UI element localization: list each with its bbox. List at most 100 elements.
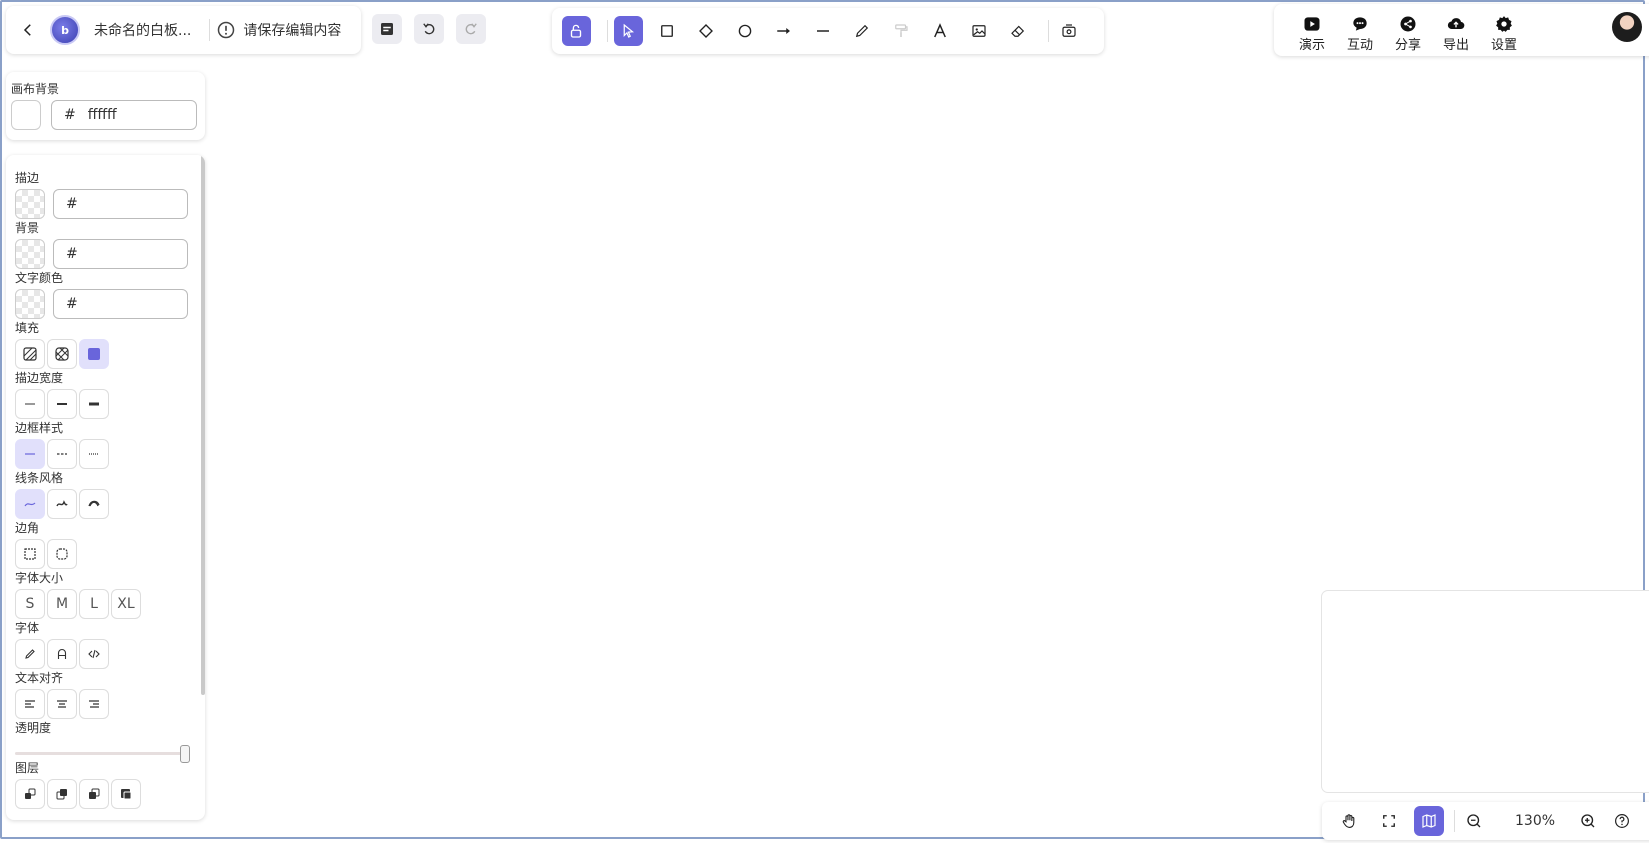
save-icon <box>381 23 393 35</box>
opacity-slider[interactable] <box>15 745 190 765</box>
text-color-hex-field[interactable]: # <box>53 289 188 319</box>
stroke-width-thin[interactable] <box>15 389 45 419</box>
fullscreen-button[interactable] <box>1374 806 1404 836</box>
background-swatch[interactable] <box>15 239 45 269</box>
bring-forward-button[interactable] <box>79 779 109 809</box>
align-center-option[interactable] <box>47 689 77 719</box>
fill-crosshatch-option[interactable] <box>47 339 77 369</box>
opacity-thumb[interactable] <box>180 745 190 763</box>
send-backward-button[interactable] <box>47 779 77 809</box>
cartoonist-curve-icon <box>88 500 100 507</box>
zoom-out-icon <box>1467 814 1481 828</box>
border-dashed-option[interactable] <box>47 439 77 469</box>
stroke-width-extra-bold[interactable] <box>79 389 109 419</box>
line-style-label: 线条风格 <box>15 471 64 485</box>
panel-scrollbar[interactable] <box>201 155 205 695</box>
lock-tool-button[interactable] <box>562 16 591 46</box>
font-size-m[interactable]: M <box>47 589 77 619</box>
thin-line-icon <box>25 403 35 405</box>
fill-solid-option[interactable] <box>79 339 109 369</box>
crosshatch-icon <box>55 347 69 361</box>
text-color-row: # <box>15 289 188 319</box>
present-button[interactable]: 演示 <box>1288 7 1336 53</box>
send-to-back-button[interactable] <box>15 779 45 809</box>
circle-icon <box>738 24 752 38</box>
save-warning: 请保存编辑内容 <box>243 23 342 39</box>
user-avatar[interactable] <box>1612 12 1642 42</box>
font-size-l[interactable]: L <box>79 589 109 619</box>
layer-label: 图层 <box>15 761 40 775</box>
sloppiness-architect-option[interactable] <box>15 489 45 519</box>
text-color-swatch[interactable] <box>15 289 45 319</box>
solid-fill-icon <box>88 348 100 360</box>
font-normal-option[interactable] <box>47 639 77 669</box>
stroke-hex-field[interactable]: # <box>53 189 188 219</box>
app-logo: b <box>50 15 80 45</box>
canvas-bg-swatch[interactable] <box>11 100 41 130</box>
line-tool-button[interactable] <box>809 16 838 46</box>
diamond-tool-button[interactable] <box>692 16 721 46</box>
stroke-width-bold[interactable] <box>47 389 77 419</box>
pencil-tool-button[interactable] <box>847 16 876 46</box>
minimap-toggle-button[interactable] <box>1414 806 1444 836</box>
canvas-bg-hex-input[interactable] <box>85 106 170 124</box>
stroke-width-label: 描边宽度 <box>15 371 64 385</box>
image-tool-button[interactable] <box>964 16 993 46</box>
align-right-option[interactable] <box>79 689 109 719</box>
help-button[interactable] <box>1607 806 1637 836</box>
export-button[interactable]: 导出 <box>1432 7 1480 53</box>
hash-symbol: # <box>66 196 78 212</box>
hash-symbol: # <box>66 296 78 312</box>
canvas-background-panel: 画布背景 # <box>6 72 205 140</box>
undo-button[interactable] <box>414 14 444 44</box>
settings-button[interactable]: 设置 <box>1480 7 1528 53</box>
font-size-xl[interactable]: XL <box>111 589 141 619</box>
export-label: 导出 <box>1442 38 1469 53</box>
fill-hachure-option[interactable] <box>15 339 45 369</box>
border-solid-option[interactable] <box>15 439 45 469</box>
stroke-swatch[interactable] <box>15 189 45 219</box>
zoom-in-button[interactable] <box>1573 806 1603 836</box>
pointer-tool-button[interactable] <box>613 16 643 46</box>
zoom-level[interactable]: 130% <box>1515 813 1555 829</box>
solid-line-icon <box>25 453 35 455</box>
redo-button[interactable] <box>456 14 486 44</box>
border-dotted-option[interactable] <box>79 439 109 469</box>
sloppiness-artist-option[interactable] <box>47 489 77 519</box>
title-bar: b 未命名的白板... 请保存编辑内容 <box>6 6 361 54</box>
bring-to-front-button[interactable] <box>111 779 141 809</box>
format-painter-button[interactable] <box>886 16 915 46</box>
settings-label: 设置 <box>1490 38 1517 53</box>
font-handwritten-option[interactable] <box>15 639 45 669</box>
zoom-out-button[interactable] <box>1459 806 1489 836</box>
back-button[interactable] <box>16 15 40 45</box>
board-title[interactable]: 未命名的白板... <box>94 20 191 40</box>
arrow-tool-button[interactable] <box>770 16 799 46</box>
rectangle-tool-button[interactable] <box>653 16 682 46</box>
interact-button[interactable]: 互动 <box>1336 7 1384 53</box>
arrow-icon <box>777 28 791 34</box>
library-icon <box>1062 24 1077 37</box>
background-hex-field[interactable]: # <box>53 239 188 269</box>
font-label: 字体 <box>15 621 40 635</box>
corner-label: 边角 <box>15 521 40 535</box>
font-code-option[interactable] <box>79 639 109 669</box>
eraser-tool-button[interactable] <box>1003 16 1032 46</box>
minimap[interactable] <box>1322 591 1649 792</box>
corner-round-option[interactable] <box>47 539 77 569</box>
layer-options <box>15 779 143 809</box>
hand-tool-button[interactable] <box>1334 806 1364 836</box>
align-right-icon <box>89 700 99 708</box>
canvas-bg-hex-field[interactable]: # <box>51 100 197 130</box>
library-button[interactable] <box>1055 16 1084 46</box>
font-size-s[interactable]: S <box>15 589 45 619</box>
corner-sharp-option[interactable] <box>15 539 45 569</box>
pencil-icon <box>25 649 35 659</box>
share-button[interactable]: 分享 <box>1384 7 1432 53</box>
circle-tool-button[interactable] <box>731 16 760 46</box>
save-button[interactable] <box>372 14 402 44</box>
sloppiness-cartoonist-option[interactable] <box>79 489 109 519</box>
text-tool-button[interactable] <box>925 16 954 46</box>
align-left-option[interactable] <box>15 689 45 719</box>
artist-curve-icon <box>56 500 68 507</box>
